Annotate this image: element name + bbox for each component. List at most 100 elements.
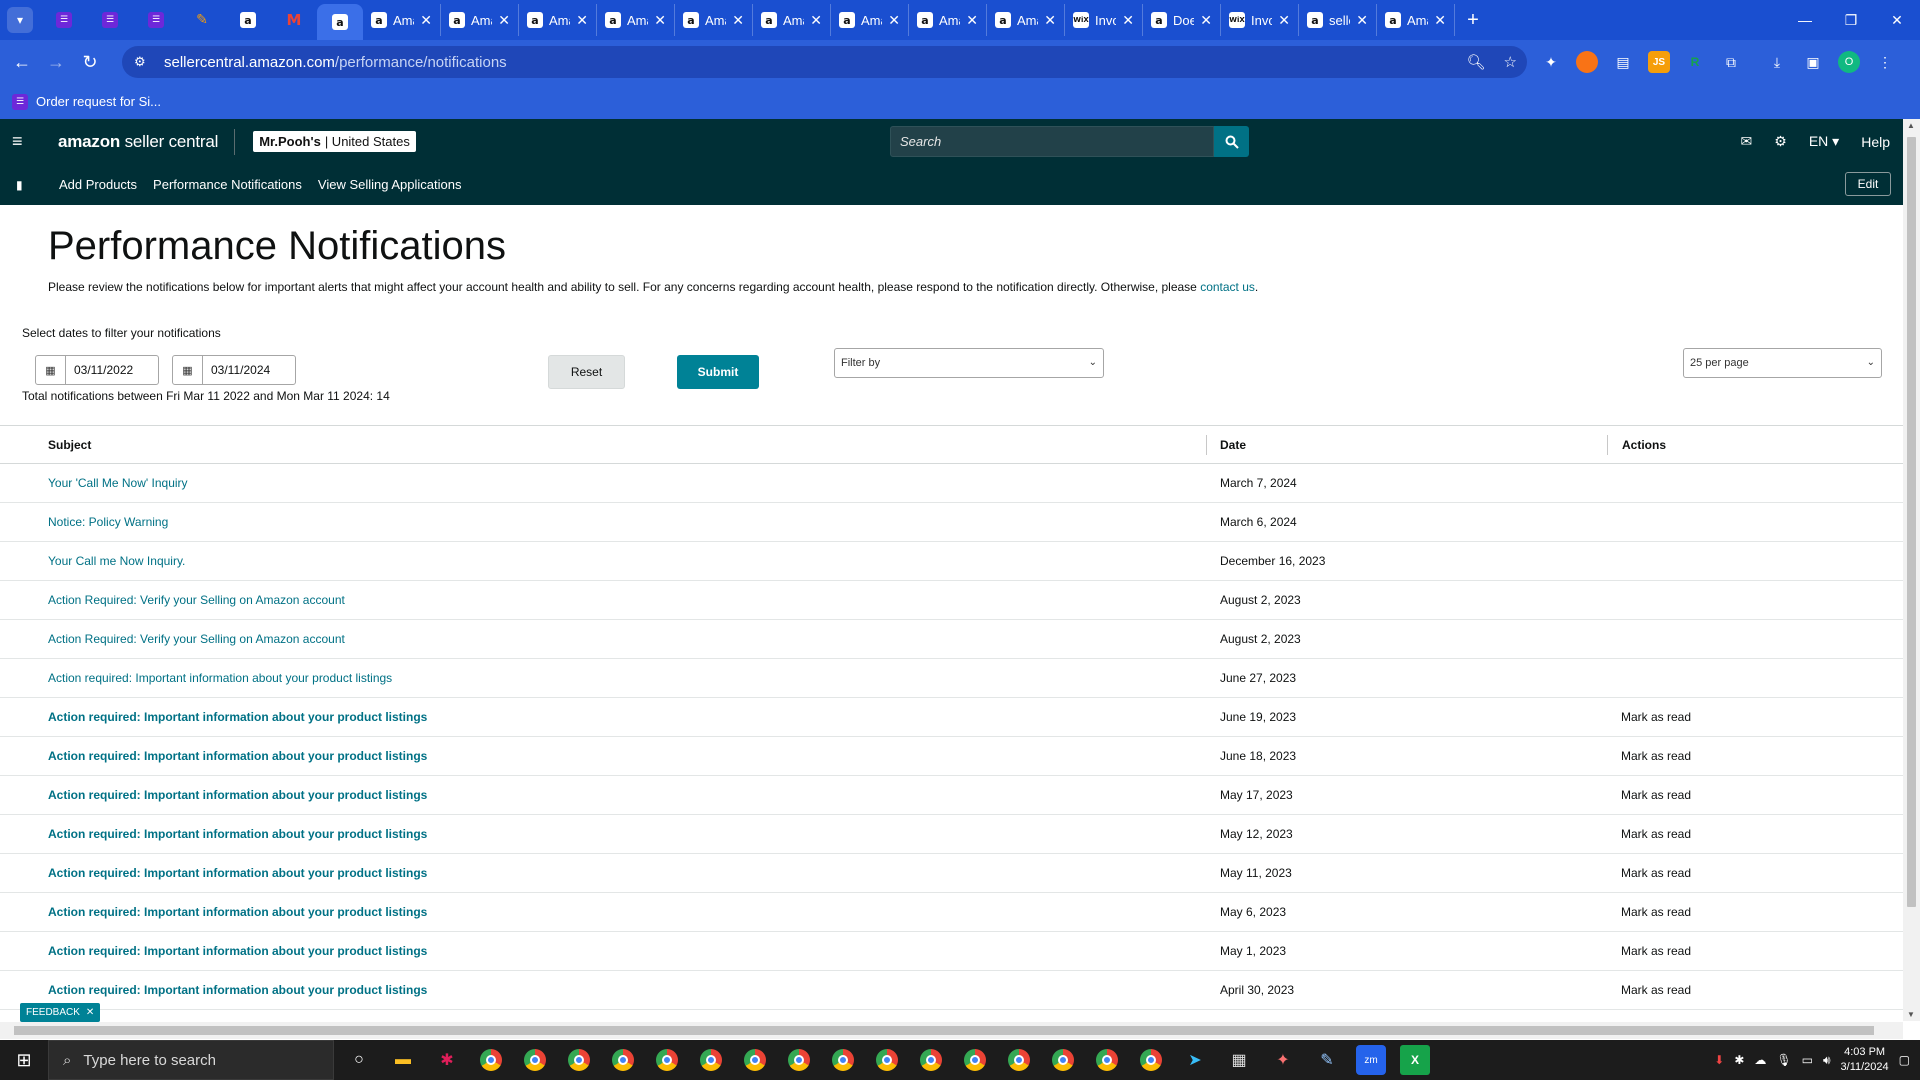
browser-tab[interactable]: a Ama ✕ [753, 4, 831, 36]
settings-gear-icon[interactable]: ⚙ [1774, 133, 1787, 150]
slack-icon[interactable]: ✱ [432, 1045, 462, 1075]
scroll-up-arrow[interactable]: ▲ [1907, 121, 1915, 130]
hamburger-menu-icon[interactable]: ≡ [12, 131, 32, 152]
pinned-tab-active[interactable]: a [317, 4, 363, 40]
chrome-icon[interactable] [872, 1045, 902, 1075]
extension-icon[interactable]: ▤ [1612, 51, 1634, 73]
chrome-icon[interactable] [696, 1045, 726, 1075]
browser-tab[interactable]: a Ama ✕ [441, 4, 519, 36]
notification-subject-link[interactable]: Action required: Important information a… [48, 710, 427, 724]
notification-subject-link[interactable]: Action required: Important information a… [48, 944, 427, 958]
calendar-icon[interactable]: ▦ [36, 356, 66, 384]
notification-subject-link[interactable]: Action required: Important information a… [48, 905, 427, 919]
pinned-tab[interactable]: ☰ [87, 4, 133, 36]
browser-tab[interactable]: a Doe ✕ [1143, 4, 1221, 36]
browser-tab[interactable]: a Ama ✕ [987, 4, 1065, 36]
contact-us-link[interactable]: contact us [1200, 280, 1255, 294]
telegram-icon[interactable]: ➤ [1180, 1045, 1210, 1075]
chrome-icon[interactable] [652, 1045, 682, 1075]
date-from-value[interactable]: 03/11/2022 [66, 356, 158, 384]
chrome-icon[interactable] [740, 1045, 770, 1075]
chrome-icon[interactable] [916, 1045, 946, 1075]
date-to-value[interactable]: 03/11/2024 [203, 356, 295, 384]
edit-nav-button[interactable]: Edit [1845, 172, 1891, 196]
address-bar[interactable]: ⚙ sellercentral.amazon.com/performance/n… [122, 46, 1527, 78]
horizontal-scrollbar[interactable] [0, 1022, 1903, 1039]
calendar-icon[interactable]: ▦ [173, 356, 203, 384]
notes-icon[interactable]: ✎ [1312, 1045, 1342, 1075]
close-icon[interactable]: ✕ [498, 12, 510, 29]
site-info-icon[interactable]: ⚙ [134, 54, 154, 70]
notification-subject-link[interactable]: Action required: Important information a… [48, 866, 427, 880]
filter-by-select[interactable]: Filter by ⌄ [834, 348, 1104, 378]
minimize-button[interactable]: — [1782, 0, 1828, 40]
browser-tab[interactable]: a Ama ✕ [597, 4, 675, 36]
account-switcher[interactable]: Mr.Pooh's | United States [253, 131, 416, 152]
notification-subject-link[interactable]: Action Required: Verify your Selling on … [48, 593, 345, 607]
new-tab-button[interactable]: + [1459, 6, 1487, 34]
download-icon[interactable]: ⤓ [1766, 51, 1788, 73]
volume-icon[interactable]: 🔊︎ [1823, 1053, 1831, 1068]
file-explorer-icon[interactable]: ▬ [388, 1045, 418, 1075]
close-icon[interactable]: ✕ [1278, 12, 1290, 29]
close-icon[interactable]: ✕ [420, 12, 432, 29]
tray-icon[interactable]: ⬇ [1714, 1053, 1724, 1067]
chrome-icon[interactable] [476, 1045, 506, 1075]
mark-as-read-link[interactable]: Mark as read [1621, 983, 1691, 997]
pinned-tab[interactable]: a [225, 4, 271, 36]
chrome-icon[interactable] [1136, 1045, 1166, 1075]
bookmark-item[interactable]: ☰ Order request for Si... [12, 93, 161, 110]
scroll-down-arrow[interactable]: ▼ [1907, 1010, 1915, 1019]
search-button[interactable] [1214, 126, 1249, 157]
notification-subject-link[interactable]: Action required: Important information a… [48, 983, 427, 997]
browser-tab[interactable]: aselle ✕ [1299, 4, 1377, 36]
scrollbar-thumb[interactable] [1907, 137, 1916, 907]
close-icon[interactable]: ✕ [1356, 12, 1368, 29]
mark-as-read-link[interactable]: Mark as read [1621, 866, 1691, 880]
notification-subject-link[interactable]: Your 'Call Me Now' Inquiry [48, 476, 188, 490]
close-icon[interactable]: ✕ [888, 12, 900, 29]
help-link[interactable]: Help [1861, 134, 1890, 150]
browser-tab[interactable]: a Ama ✕ [363, 4, 441, 36]
search-input[interactable]: Search [890, 126, 1214, 157]
microphone-icon[interactable]: 🎙︎ [1776, 1053, 1791, 1067]
extensions-puzzle-icon[interactable]: ⧉ [1720, 51, 1742, 73]
notification-subject-link[interactable]: Notice: Policy Warning [48, 515, 168, 529]
close-icon[interactable]: ✕ [654, 12, 666, 29]
browser-tab[interactable]: a Ama ✕ [909, 4, 987, 36]
mail-icon[interactable]: ✉ [1741, 133, 1753, 150]
profile-avatar[interactable]: O [1838, 51, 1860, 73]
close-icon[interactable]: ✕ [1122, 12, 1134, 29]
browser-tab[interactable]: a Ama ✕ [831, 4, 909, 36]
reload-button[interactable]: ↻ [73, 45, 107, 79]
notification-icon[interactable]: ▢ [1899, 1053, 1910, 1067]
close-icon[interactable]: ✕ [810, 12, 822, 29]
js-extension-icon[interactable]: JS [1648, 51, 1670, 73]
browser-tab[interactable]: WiX Invo ✕ [1065, 4, 1143, 36]
chrome-icon[interactable] [1048, 1045, 1078, 1075]
restore-button[interactable]: ❐ [1828, 0, 1874, 40]
chrome-icon[interactable] [960, 1045, 990, 1075]
chrome-icon[interactable] [520, 1045, 550, 1075]
nav-add-products[interactable]: Add Products [59, 177, 137, 192]
chrome-icon[interactable] [828, 1045, 858, 1075]
extension-icon[interactable] [1576, 51, 1598, 73]
notification-subject-link[interactable]: Action Required: Verify your Selling on … [48, 632, 345, 646]
date-from-field[interactable]: ▦ 03/11/2022 [35, 355, 159, 385]
pinned-tab[interactable]: ☰ [41, 4, 87, 36]
windows-start-icon[interactable]: ⊞ [0, 1040, 48, 1080]
pinned-tab[interactable]: ☰ [133, 4, 179, 36]
browser-tab[interactable]: a Ama ✕ [675, 4, 753, 36]
taskbar-clock[interactable]: 4:03 PM 3/11/2024 [1841, 1045, 1889, 1075]
notification-subject-link[interactable]: Action required: Important information a… [48, 827, 427, 841]
tab-search-button[interactable]: ▾ [7, 7, 33, 33]
extension-icon[interactable]: ✦ [1540, 51, 1562, 73]
extension-icon[interactable]: R [1684, 51, 1706, 73]
pinned-tab[interactable]: M [271, 4, 317, 36]
app-icon[interactable]: ✦ [1268, 1045, 1298, 1075]
browser-tab[interactable]: a Ama ✕ [1377, 4, 1455, 36]
reset-button[interactable]: Reset [548, 355, 625, 389]
mark-as-read-link[interactable]: Mark as read [1621, 749, 1691, 763]
zoom-icon[interactable]: 🔍︎ [1467, 53, 1486, 71]
seller-central-logo[interactable]: amazon seller central [58, 132, 218, 152]
